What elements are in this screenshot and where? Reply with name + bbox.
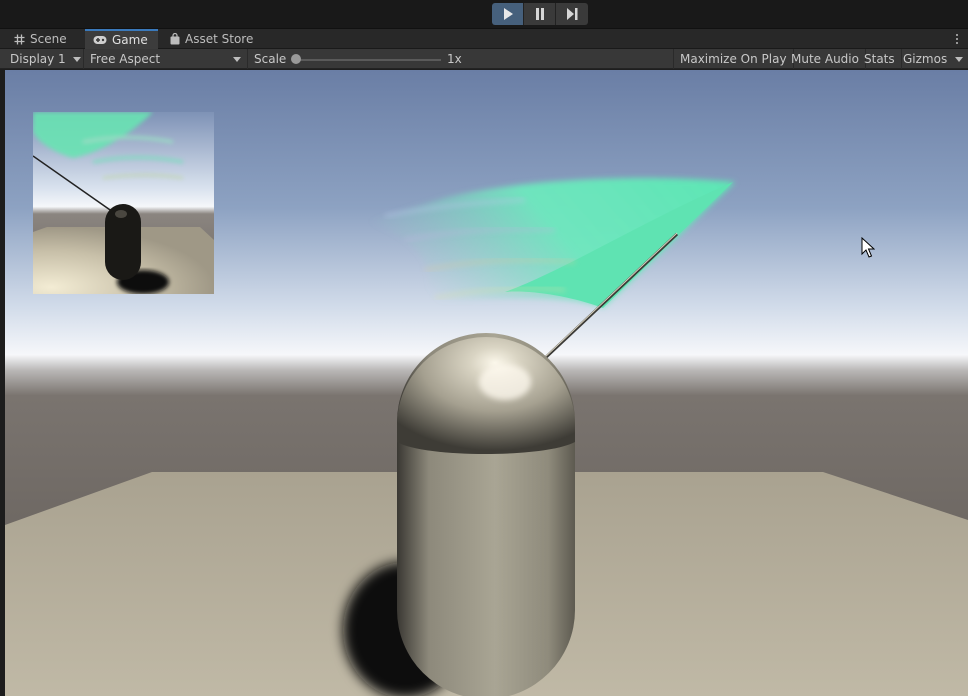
scale-label: Scale	[254, 52, 287, 66]
play-icon	[503, 8, 513, 20]
chevron-down-icon	[233, 57, 241, 62]
stats-toggle[interactable]: Stats	[858, 49, 902, 69]
pause-icon	[535, 8, 544, 20]
stats-label: Stats	[864, 52, 895, 66]
scale-value: 1x	[447, 52, 462, 66]
step-button[interactable]	[556, 3, 588, 25]
play-button[interactable]	[492, 3, 524, 25]
window-tab-bar: Scene Game Asset Store	[0, 29, 968, 49]
grid-icon	[14, 34, 25, 44]
gizmos-label: Gizmos	[903, 52, 948, 66]
maximize-on-play-toggle[interactable]: Maximize On Play	[673, 49, 794, 69]
tab-label: Asset Store	[185, 32, 254, 46]
gizmos-dropdown[interactable]: Gizmos	[897, 49, 968, 69]
play-controls-bar	[0, 0, 968, 29]
tab-label: Scene	[30, 32, 67, 46]
tab-scene[interactable]: Scene	[6, 29, 75, 49]
aspect-dropdown[interactable]: Free Aspect	[84, 49, 248, 69]
scale-slider-handle[interactable]	[291, 54, 301, 64]
aspect-dropdown-label: Free Aspect	[90, 52, 161, 66]
chevron-down-icon	[955, 57, 963, 62]
tab-more-menu-icon[interactable]	[954, 31, 960, 47]
display-dropdown[interactable]: Display 1	[4, 49, 84, 69]
tab-game[interactable]: Game	[85, 29, 158, 49]
maximize-on-play-label: Maximize On Play	[680, 52, 787, 66]
pause-button[interactable]	[524, 3, 556, 25]
mouse-cursor-icon	[861, 237, 875, 258]
gamepad-icon	[93, 36, 107, 44]
play-button-group	[492, 3, 588, 25]
scale-slider-track[interactable]	[296, 59, 441, 61]
tab-asset-store[interactable]: Asset Store	[162, 29, 261, 49]
display-dropdown-label: Display 1	[10, 52, 66, 66]
bag-icon	[170, 33, 180, 45]
chevron-down-icon	[73, 57, 81, 62]
mute-audio-label: Mute Audio	[791, 52, 859, 66]
step-icon	[567, 8, 578, 20]
secondary-camera-view	[33, 112, 214, 294]
player-capsule	[397, 333, 575, 696]
tab-label: Game	[112, 33, 148, 47]
game-view-toolbar: Display 1 Free Aspect Scale 1x Maximize …	[0, 49, 968, 69]
mute-audio-toggle[interactable]: Mute Audio	[785, 49, 866, 69]
secondary-camera-render	[33, 112, 214, 294]
